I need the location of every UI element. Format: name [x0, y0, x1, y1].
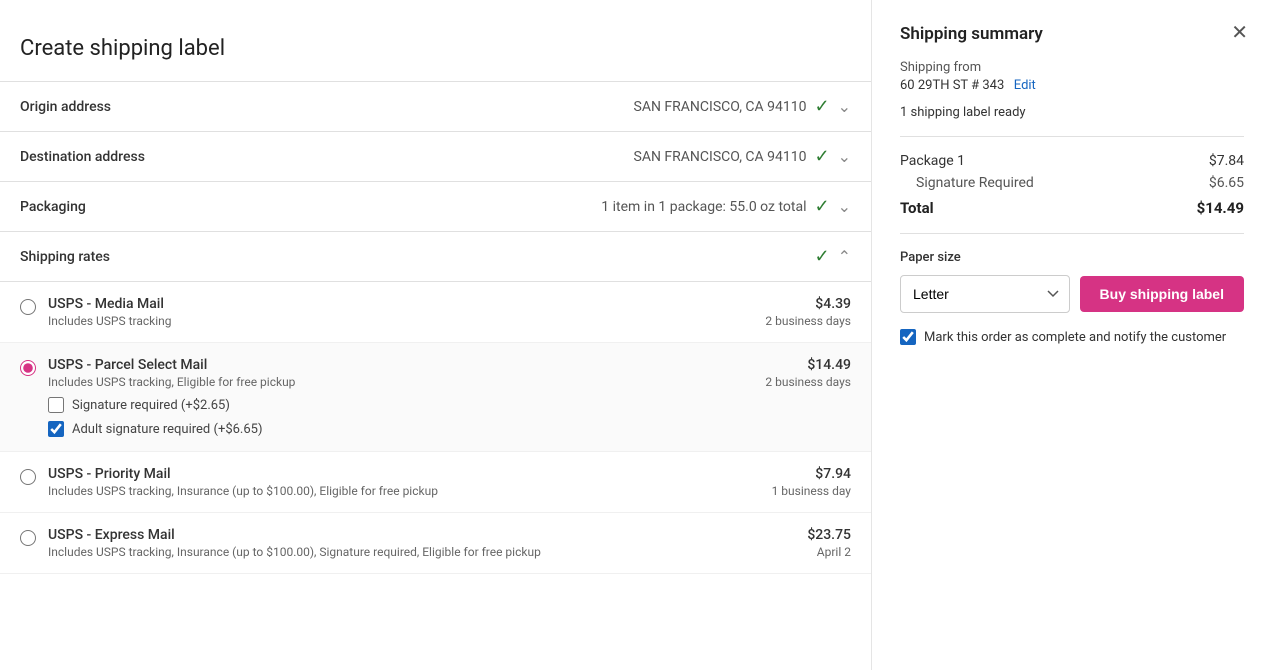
origin-address-row[interactable]: Origin address SAN FRANCISCO, CA 94110 ✓… — [0, 81, 871, 131]
rate-radio-priority-mail[interactable] — [20, 469, 36, 485]
rate-name-media-mail: USPS - Media Mail — [48, 296, 745, 312]
rate-name-express-mail: USPS - Express Mail — [48, 527, 787, 543]
origin-chevron-down-icon: ⌄ — [838, 97, 851, 116]
origin-address-right: SAN FRANCISCO, CA 94110 ✓ ⌄ — [634, 96, 851, 117]
create-shipping-label-modal: Create shipping label Origin address SAN… — [0, 0, 1272, 670]
notify-customer-label: Mark this order as complete and notify t… — [924, 330, 1226, 345]
rate-price-area-express-mail: $23.75 April 2 — [807, 527, 851, 559]
rate-price-media-mail: $4.39 — [765, 296, 851, 312]
rate-price-parcel-select: $14.49 — [765, 357, 851, 373]
rates-header[interactable]: Shipping rates ✓ ⌃ — [0, 232, 871, 282]
packaging-check-icon: ✓ — [815, 196, 830, 217]
rate-item-express-mail: USPS - Express Mail Includes USPS tracki… — [0, 513, 871, 574]
packaging-right: 1 item in 1 package: 55.0 oz total ✓ ⌄ — [601, 196, 851, 217]
rate-days-express-mail: April 2 — [807, 545, 851, 559]
summary-package-row: Package 1 $7.84 — [900, 153, 1244, 169]
addon-adult-signature-required-label: Adult signature required (+$6.65) — [72, 422, 263, 437]
rate-info-priority-mail: USPS - Priority Mail Includes USPS track… — [48, 466, 752, 498]
destination-check-icon: ✓ — [815, 146, 830, 167]
rate-item-media-mail: USPS - Media Mail Includes USPS tracking… — [0, 282, 871, 343]
left-panel: Create shipping label Origin address SAN… — [0, 0, 872, 670]
summary-package-label: Package 1 — [900, 153, 965, 169]
rate-name-parcel-select: USPS - Parcel Select Mail — [48, 357, 745, 373]
summary-address-row: 60 29TH ST # 343 Edit — [900, 77, 1244, 93]
shipping-rates-section: Shipping rates ✓ ⌃ USPS - Media Mail Inc… — [0, 231, 871, 574]
packaging-chevron-down-icon: ⌄ — [838, 197, 851, 216]
summary-edit-link[interactable]: Edit — [1014, 78, 1036, 93]
destination-chevron-down-icon: ⌄ — [838, 147, 851, 166]
rate-info-parcel-select: USPS - Parcel Select Mail Includes USPS … — [48, 357, 745, 437]
addon-signature-required-checkbox[interactable] — [48, 397, 64, 413]
summary-total-price: $14.49 — [1197, 199, 1244, 217]
rates-check-icon: ✓ — [815, 246, 830, 267]
summary-total-label: Total — [900, 199, 934, 217]
close-button[interactable]: ✕ — [1223, 16, 1256, 49]
origin-check-icon: ✓ — [815, 96, 830, 117]
paper-size-row: Letter 4x6 Buy shipping label — [900, 275, 1244, 313]
rate-price-area-parcel-select: $14.49 2 business days — [765, 357, 851, 389]
summary-total-row: Total $14.49 — [900, 199, 1244, 217]
rates-label: Shipping rates — [20, 249, 110, 265]
summary-package-price: $7.84 — [1209, 153, 1244, 169]
rate-item-parcel-select: USPS - Parcel Select Mail Includes USPS … — [0, 343, 871, 452]
rate-days-media-mail: 2 business days — [765, 314, 851, 328]
rates-header-right: ✓ ⌃ — [815, 246, 852, 267]
rate-price-area-media-mail: $4.39 2 business days — [765, 296, 851, 328]
modal-header: Create shipping label — [0, 20, 871, 81]
notify-customer-checkbox[interactable] — [900, 329, 916, 345]
origin-address-value: SAN FRANCISCO, CA 94110 — [634, 99, 807, 115]
destination-address-row[interactable]: Destination address SAN FRANCISCO, CA 94… — [0, 131, 871, 181]
rate-radio-parcel-select[interactable] — [20, 360, 36, 376]
addon-signature-required-label: Signature required (+$2.65) — [72, 398, 230, 413]
summary-title: Shipping summary — [900, 24, 1244, 44]
rate-price-area-priority-mail: $7.94 1 business day — [772, 466, 851, 498]
rates-chevron-up-icon: ⌃ — [838, 247, 851, 266]
addon-adult-signature-required-checkbox[interactable] — [48, 421, 64, 437]
buy-shipping-label-button[interactable]: Buy shipping label — [1080, 276, 1244, 312]
addon-signature-required: Signature required (+$2.65) — [48, 397, 745, 413]
rate-item-priority-mail: USPS - Priority Mail Includes USPS track… — [0, 452, 871, 513]
notify-row: Mark this order as complete and notify t… — [900, 329, 1244, 345]
rate-desc-parcel-select: Includes USPS tracking, Eligible for fre… — [48, 375, 745, 389]
summary-sig-required-row: Signature Required $6.65 — [900, 175, 1244, 191]
rate-radio-express-mail[interactable] — [20, 530, 36, 546]
packaging-value: 1 item in 1 package: 55.0 oz total — [601, 199, 806, 215]
rate-days-parcel-select: 2 business days — [765, 375, 851, 389]
destination-address-value: SAN FRANCISCO, CA 94110 — [634, 149, 807, 165]
rate-price-priority-mail: $7.94 — [772, 466, 851, 482]
rate-radio-media-mail[interactable] — [20, 299, 36, 315]
rate-desc-express-mail: Includes USPS tracking, Insurance (up to… — [48, 545, 787, 559]
summary-sig-required-price: $6.65 — [1209, 175, 1244, 191]
rate-name-priority-mail: USPS - Priority Mail — [48, 466, 752, 482]
summary-divider-bottom — [900, 233, 1244, 234]
paper-size-label: Paper size — [900, 250, 1244, 265]
origin-address-label: Origin address — [20, 99, 111, 115]
rate-desc-media-mail: Includes USPS tracking — [48, 314, 745, 328]
rate-desc-priority-mail: Includes USPS tracking, Insurance (up to… — [48, 484, 752, 498]
right-panel: ✕ Shipping summary Shipping from 60 29TH… — [872, 0, 1272, 670]
addon-adult-signature-required: Adult signature required (+$6.65) — [48, 421, 745, 437]
packaging-row[interactable]: Packaging 1 item in 1 package: 55.0 oz t… — [0, 181, 871, 231]
destination-address-right: SAN FRANCISCO, CA 94110 ✓ ⌄ — [634, 146, 851, 167]
summary-divider-top — [900, 136, 1244, 137]
destination-address-label: Destination address — [20, 149, 145, 165]
packaging-label: Packaging — [20, 199, 86, 215]
paper-size-select[interactable]: Letter 4x6 — [900, 275, 1070, 313]
rate-info-media-mail: USPS - Media Mail Includes USPS tracking — [48, 296, 745, 328]
rate-price-express-mail: $23.75 — [807, 527, 851, 543]
rate-days-priority-mail: 1 business day — [772, 484, 851, 498]
summary-sig-required-label: Signature Required — [916, 175, 1034, 191]
summary-ready-label: 1 shipping label ready — [900, 105, 1244, 120]
modal-title: Create shipping label — [20, 36, 225, 61]
shipping-from-label: Shipping from — [900, 60, 1244, 75]
rate-info-express-mail: USPS - Express Mail Includes USPS tracki… — [48, 527, 787, 559]
summary-address: 60 29TH ST # 343 — [900, 78, 1004, 93]
